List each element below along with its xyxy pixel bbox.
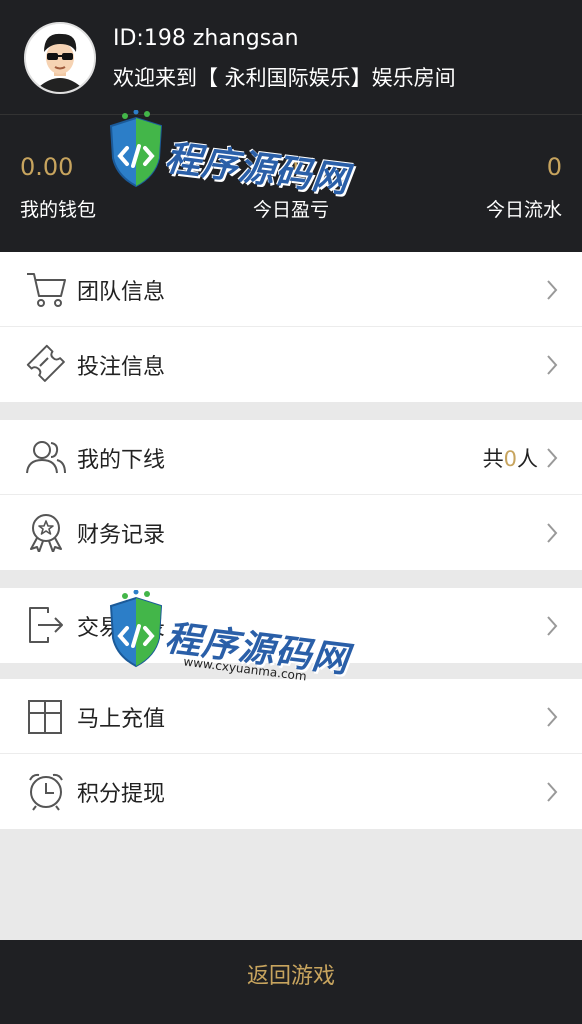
profile-header: ID:198 zhangsan 欢迎来到【 永利国际娱乐】娱乐房间 [0, 0, 582, 114]
user-id-label: ID:198 zhangsan [113, 26, 299, 51]
chevron-right-icon [547, 280, 558, 300]
ticket-icon [26, 344, 65, 382]
footer-bar: 返回游戏 [0, 940, 582, 1024]
avatar-cartoon-icon [26, 24, 94, 92]
chevron-right-icon [547, 782, 558, 802]
stats-panel: 0.00 我的钱包 0 今日盈亏 0 今日流水 [0, 115, 582, 252]
chevron-right-icon [547, 707, 558, 727]
today-profit-value: 0 [283, 153, 299, 181]
cart-icon [27, 273, 66, 307]
today-flow-value: 0 [546, 153, 562, 181]
menu-item-team-info[interactable]: 团队信息 [0, 252, 582, 327]
team-info-label: 团队信息 [77, 280, 166, 305]
transaction-label: 交易记录 [77, 616, 166, 641]
stat-today-profit: 0 今日盈亏 [0, 115, 582, 252]
alarm-clock-icon [29, 773, 63, 811]
menu-item-finance-records[interactable]: 财务记录 [0, 495, 582, 570]
exit-icon [29, 607, 63, 643]
avatar[interactable] [24, 22, 96, 94]
today-flow-label: 今日流水 [485, 199, 562, 221]
points-withdraw-label: 积分提现 [77, 782, 166, 807]
finance-records-label: 财务记录 [77, 523, 166, 548]
badge-star-icon [30, 514, 62, 552]
welcome-text: 欢迎来到【 永利国际娱乐】娱乐房间 [113, 66, 456, 90]
chevron-right-icon [547, 616, 558, 636]
menu-item-points-withdraw[interactable]: 积分提现 [0, 754, 582, 829]
users-icon [26, 441, 66, 474]
menu-item-transaction[interactable]: 交易记录 [0, 588, 582, 663]
chevron-right-icon [547, 355, 558, 375]
chevron-right-icon [547, 448, 558, 468]
menu-group-2: 我的下线 共0人 财务记录 [0, 420, 582, 570]
menu-item-my-downline[interactable]: 我的下线 共0人 [0, 420, 582, 495]
downline-suffix: 人 [517, 447, 538, 471]
bet-info-label: 投注信息 [77, 355, 166, 380]
gift-icon [28, 700, 62, 734]
downline-count: 0 [503, 447, 517, 471]
my-downline-label: 我的下线 [77, 448, 166, 473]
menu-group-1: 团队信息 投注信息 [0, 252, 582, 402]
menu-item-recharge[interactable]: 马上充值 [0, 679, 582, 754]
menu-item-bet-info[interactable]: 投注信息 [0, 327, 582, 402]
downline-count-text: 共0人 [483, 443, 538, 473]
menu-group-3: 交易记录 [0, 588, 582, 663]
chevron-right-icon [547, 523, 558, 543]
recharge-label: 马上充值 [77, 707, 166, 732]
downline-prefix: 共 [482, 447, 504, 471]
back-to-game-button[interactable]: 返回游戏 [0, 940, 582, 1024]
menu-group-4: 马上充值 积分提现 [0, 679, 582, 829]
